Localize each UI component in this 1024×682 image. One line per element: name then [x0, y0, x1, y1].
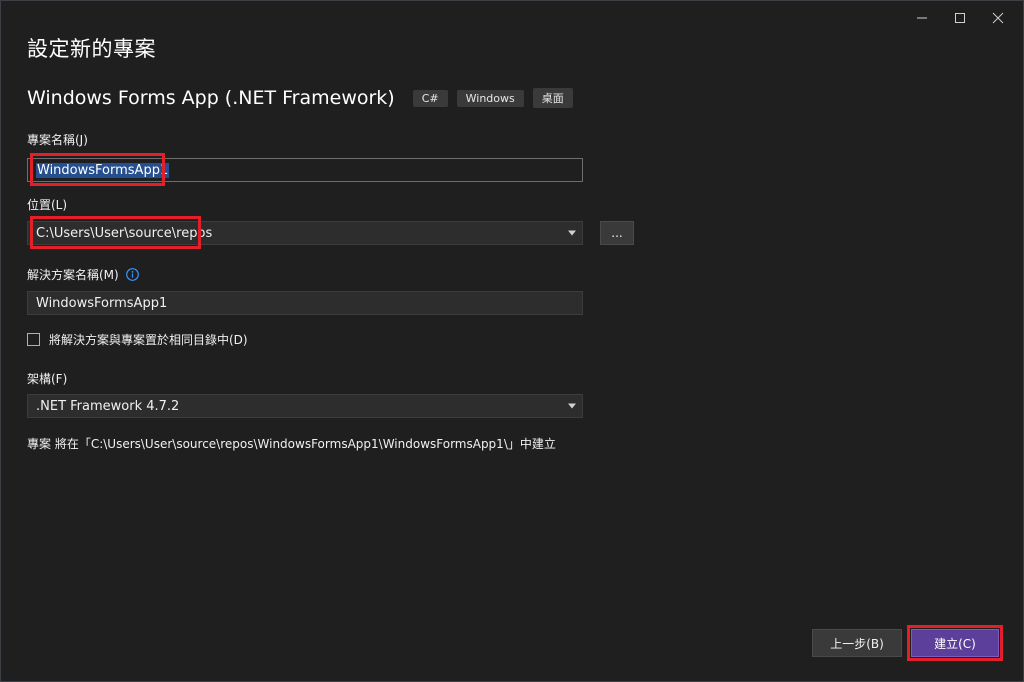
minimize-button[interactable] — [903, 5, 941, 31]
solution-name-label-row: 解決方案名稱(M) — [27, 266, 139, 283]
info-icon[interactable] — [125, 268, 139, 281]
template-header: Windows Forms App (.NET Framework) C# Wi… — [27, 87, 582, 109]
solution-name-value: WindowsFormsApp1 — [36, 295, 168, 311]
new-project-dialog: 設定新的專案 Windows Forms App (.NET Framework… — [0, 0, 1024, 682]
chevron-down-icon — [568, 230, 576, 236]
dialog-title: 設定新的專案 — [27, 37, 156, 61]
close-button[interactable] — [979, 5, 1017, 31]
chevron-down-icon — [568, 403, 576, 409]
minimize-icon — [917, 17, 927, 19]
same-directory-label: 將解決方案與專案置於相同目錄中(D) — [49, 333, 248, 347]
framework-label: 架構(F) — [27, 372, 68, 386]
same-directory-checkbox[interactable] — [27, 333, 40, 346]
solution-name-input[interactable]: WindowsFormsApp1 — [27, 291, 583, 315]
location-combobox[interactable]: C:\Users\User\source\repos — [27, 221, 583, 245]
framework-value: .NET Framework 4.7.2 — [36, 398, 180, 414]
framework-combobox[interactable]: .NET Framework 4.7.2 — [27, 394, 583, 418]
maximize-button[interactable] — [941, 5, 979, 31]
close-icon — [992, 12, 1004, 24]
location-value: C:\Users\User\source\repos — [36, 225, 213, 241]
tag-project-type: 桌面 — [532, 88, 573, 108]
project-name-input[interactable]: WindowsFormsApp1 — [27, 158, 583, 182]
window-controls — [903, 5, 1017, 31]
maximize-icon — [955, 13, 965, 23]
project-name-label: 專案名稱(J) — [27, 133, 88, 147]
tag-platform: Windows — [456, 89, 524, 107]
browse-button[interactable]: ... — [600, 221, 634, 245]
template-name: Windows Forms App (.NET Framework) — [27, 87, 395, 109]
location-label: 位置(L) — [27, 198, 68, 212]
tag-language: C# — [412, 89, 448, 107]
project-path-summary: 專案 將在「C:\Users\User\source\repos\Windows… — [27, 437, 556, 451]
solution-name-label: 解決方案名稱(M) — [27, 268, 119, 282]
project-name-value: WindowsFormsApp1 — [36, 162, 170, 178]
back-button[interactable]: 上一步(B) — [812, 629, 902, 657]
create-button[interactable]: 建立(C) — [911, 629, 999, 657]
same-directory-option[interactable]: 將解決方案與專案置於相同目錄中(D) — [27, 331, 248, 348]
